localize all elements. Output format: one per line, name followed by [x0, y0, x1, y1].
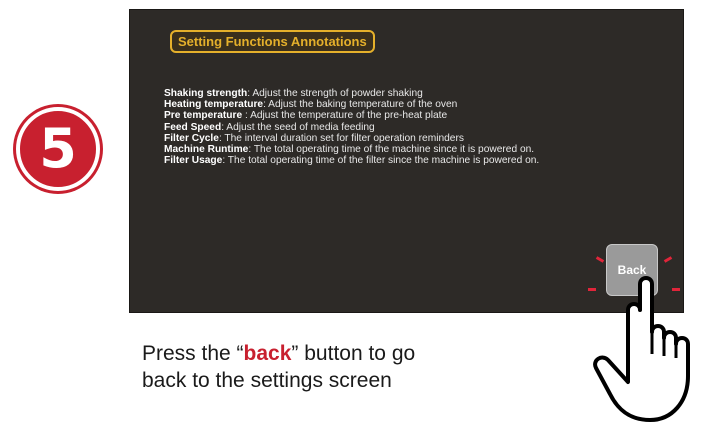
annotation-desc: : The interval duration set for filter o… — [218, 132, 464, 144]
annotation-desc: : The total operating time of the machin… — [248, 144, 535, 156]
step-number-badge: 5 — [16, 107, 100, 191]
annotation-desc: : Adjust the seed of media feeding — [221, 121, 375, 133]
tap-indicator-icon — [663, 256, 673, 263]
annotation-item: Filter Cycle: The interval duration set … — [164, 133, 654, 144]
annotation-item: Filter Usage: The total operating time o… — [164, 155, 654, 166]
annotation-item: Heating temperature: Adjust the baking t… — [164, 99, 654, 110]
caption-highlight: back — [243, 342, 292, 365]
annotations-list: Shaking strength: Adjust the strength of… — [164, 88, 654, 166]
annotation-desc: : Adjust the temperature of the pre-heat… — [242, 110, 448, 122]
annotation-item: Feed Speed: Adjust the seed of media fee… — [164, 122, 654, 133]
annotation-desc: : The total operating time of the filter… — [222, 155, 540, 167]
annotation-term: Filter Cycle — [164, 132, 219, 144]
step-number: 5 — [39, 117, 77, 180]
annotation-desc: : Adjust the strength of powder shaking — [247, 88, 423, 99]
caption-line-2: back to the settings screen — [142, 369, 392, 392]
settings-annotations-screen: Setting Functions Annotations Shaking st… — [130, 10, 683, 312]
annotation-term: Machine Runtime — [164, 144, 249, 156]
caption-line-1: Press the “back” button to go — [142, 340, 415, 367]
annotation-term: Filter Usage — [164, 155, 223, 167]
caption-text: ” button to go — [291, 342, 416, 365]
screen-title: Setting Functions Annotations — [170, 30, 375, 53]
annotation-item: Shaking strength: Adjust the strength of… — [164, 88, 654, 99]
annotation-term: Pre temperature — [164, 110, 243, 122]
annotation-term: Shaking strength — [164, 88, 248, 99]
pointing-hand-icon — [593, 276, 690, 422]
annotation-term: Feed Speed — [164, 121, 222, 133]
annotation-item: Machine Runtime: The total operating tim… — [164, 144, 654, 155]
caption-text: Press the “ — [142, 342, 244, 365]
instruction-caption: Press the “back” button to go back to th… — [142, 340, 415, 394]
tap-indicator-icon — [595, 256, 605, 263]
annotation-term: Heating temperature — [164, 99, 264, 111]
annotation-desc: : Adjust the baking temperature of the o… — [263, 99, 458, 111]
annotation-item: Pre temperature : Adjust the temperature… — [164, 110, 654, 121]
